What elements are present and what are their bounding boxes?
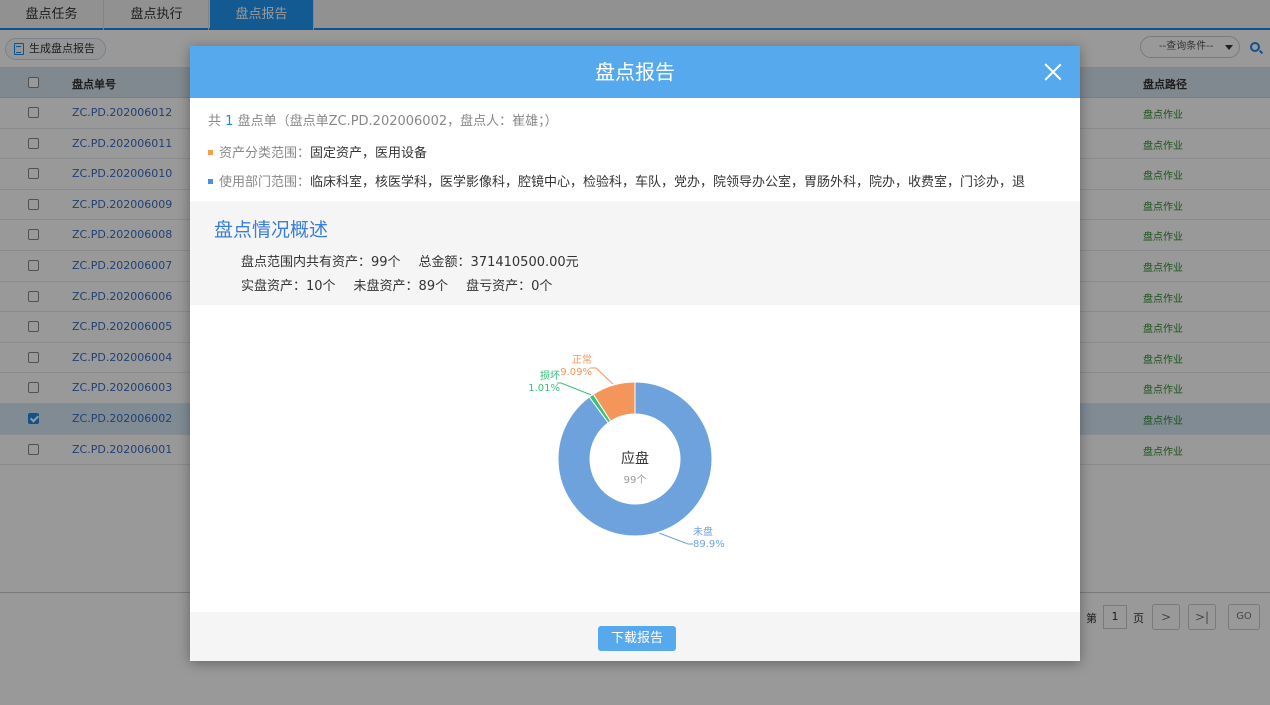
modal-header: 盘点报告 xyxy=(190,46,1080,98)
department-scope: 使用部门范围：临床科室，核医学科，医学影像科，腔镜中心，检验科，车队，党办，院领… xyxy=(208,171,1080,190)
pie-label-line-2 xyxy=(590,367,614,385)
pie-label-value-0: 89.9% xyxy=(693,539,725,550)
modal-title: 盘点报告 xyxy=(595,60,675,84)
summary-count: 1 xyxy=(225,114,234,129)
overview-line-1: 盘点范围内共有资产：99个 总金额：371410500.00元 xyxy=(241,251,597,270)
pie-label-name-1: 损坏 xyxy=(540,369,560,382)
donut-center-title: 应盘 xyxy=(621,450,649,467)
overview-section: 盘点情况概述 盘点范围内共有资产：99个 总金额：371410500.00元 实盘… xyxy=(190,201,1080,305)
department-value: 临床科室，核医学科，医学影像科，腔镜中心，检验科，车队，党办，院领导办公室，胃肠… xyxy=(310,175,1026,190)
total-assets: 盘点范围内共有资产：99个 xyxy=(241,255,401,270)
department-label: 使用部门范围： xyxy=(219,175,311,190)
chart-area: 应盘 99个未盘 89.9% 损坏 1.01% 正常 9.09% xyxy=(190,306,1080,612)
pie-label-name-0: 未盘 xyxy=(693,525,713,538)
overview-title: 盘点情况概述 xyxy=(214,219,329,241)
category-label: 资产分类范围： xyxy=(219,146,311,161)
summary-suffix: 盘点单（盘点单ZC.PD.202006002，盘点人：崔雄；） xyxy=(237,114,558,129)
donut-center-sub: 99个 xyxy=(624,474,647,486)
bullet-icon xyxy=(208,150,213,155)
summary-prefix: 共 xyxy=(208,114,222,129)
report-summary: 共 1 盘点单（盘点单ZC.PD.202006002，盘点人：崔雄；） xyxy=(208,110,558,129)
modal-footer: 下载报告 xyxy=(190,612,1080,661)
pie-label-line-1 xyxy=(557,382,591,396)
loss-assets: 盘亏资产：0个 xyxy=(466,279,553,294)
total-amount: 总金额：371410500.00元 xyxy=(418,255,579,270)
category-value: 固定资产，医用设备 xyxy=(310,146,428,161)
overview-line-2: 实盘资产：10个 未盘资产：89个 盘亏资产：0个 xyxy=(241,275,570,294)
category-scope: 资产分类范围：固定资产，医用设备 xyxy=(208,142,1080,161)
bullet-icon xyxy=(208,179,213,184)
uncounted-assets: 未盘资产：89个 xyxy=(353,279,449,294)
report-modal: 盘点报告 共 1 盘点单（盘点单ZC.PD.202006002，盘点人：崔雄；）… xyxy=(190,46,1080,661)
pie-label-value-2: 9.09% xyxy=(560,367,592,378)
pie-label-line-0 xyxy=(659,532,693,545)
pie-label-name-2: 正常 xyxy=(572,353,592,366)
download-report-button[interactable]: 下载报告 xyxy=(598,626,676,651)
counted-assets: 实盘资产：10个 xyxy=(241,279,336,294)
close-icon[interactable] xyxy=(1044,63,1062,81)
pie-label-value-1: 1.01% xyxy=(528,383,560,394)
donut-chart: 应盘 99个未盘89.9% 损坏1.01% 正常9.09% xyxy=(528,353,725,550)
